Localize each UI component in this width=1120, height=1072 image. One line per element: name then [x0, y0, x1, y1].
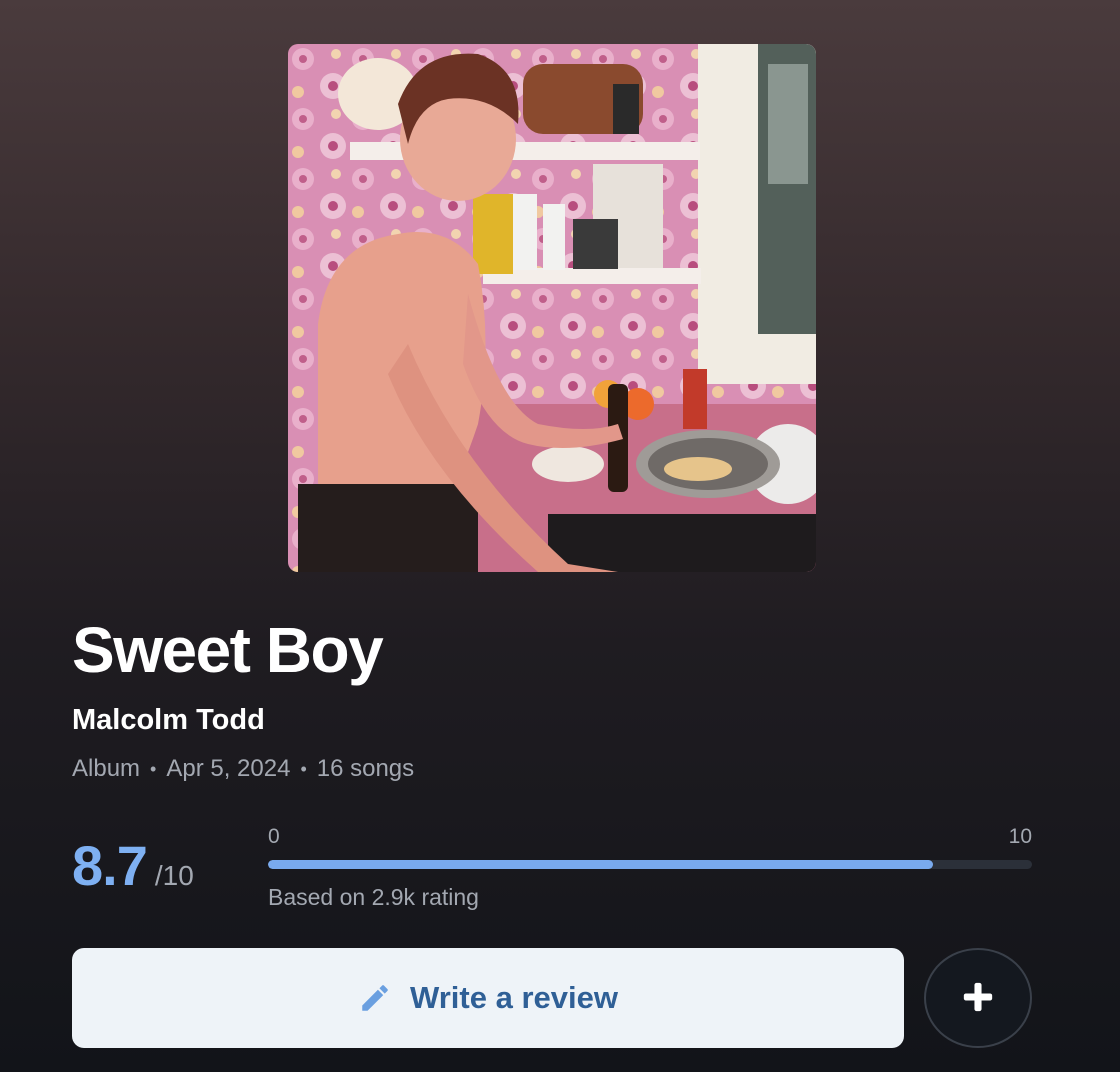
rating-bar: 0 10 Based on 2.9k rating — [268, 822, 1032, 912]
rating-scale-max: 10 — [1008, 825, 1032, 848]
plus-icon — [961, 980, 995, 1017]
write-review-label: Write a review — [410, 980, 618, 1015]
meta-separator: • — [150, 759, 157, 779]
rating-count: Based on 2.9k rating — [268, 884, 479, 910]
album-cover[interactable] — [288, 44, 816, 572]
score-max: /10 — [154, 860, 194, 891]
meta-separator: • — [300, 759, 307, 779]
release-date: Apr 5, 2024 — [166, 755, 291, 782]
score-value: 8.7 — [72, 834, 148, 897]
album-title: Sweet Boy — [72, 614, 384, 686]
rating-track — [268, 860, 1032, 869]
artist-name[interactable]: Malcolm Todd — [72, 702, 265, 738]
rating-scale-min: 0 — [268, 825, 280, 848]
rating-score: 8.7 /10 — [72, 834, 194, 898]
write-review-button[interactable]: Write a review — [72, 948, 904, 1048]
add-button[interactable] — [924, 948, 1032, 1048]
song-count: 16 songs — [316, 755, 415, 782]
album-type: Album — [72, 755, 141, 782]
pencil-icon — [358, 981, 392, 1015]
album-meta: Album • Apr 5, 2024 • 16 songs — [72, 753, 414, 785]
album-cover-image — [288, 44, 816, 572]
rating-fill — [268, 860, 933, 869]
